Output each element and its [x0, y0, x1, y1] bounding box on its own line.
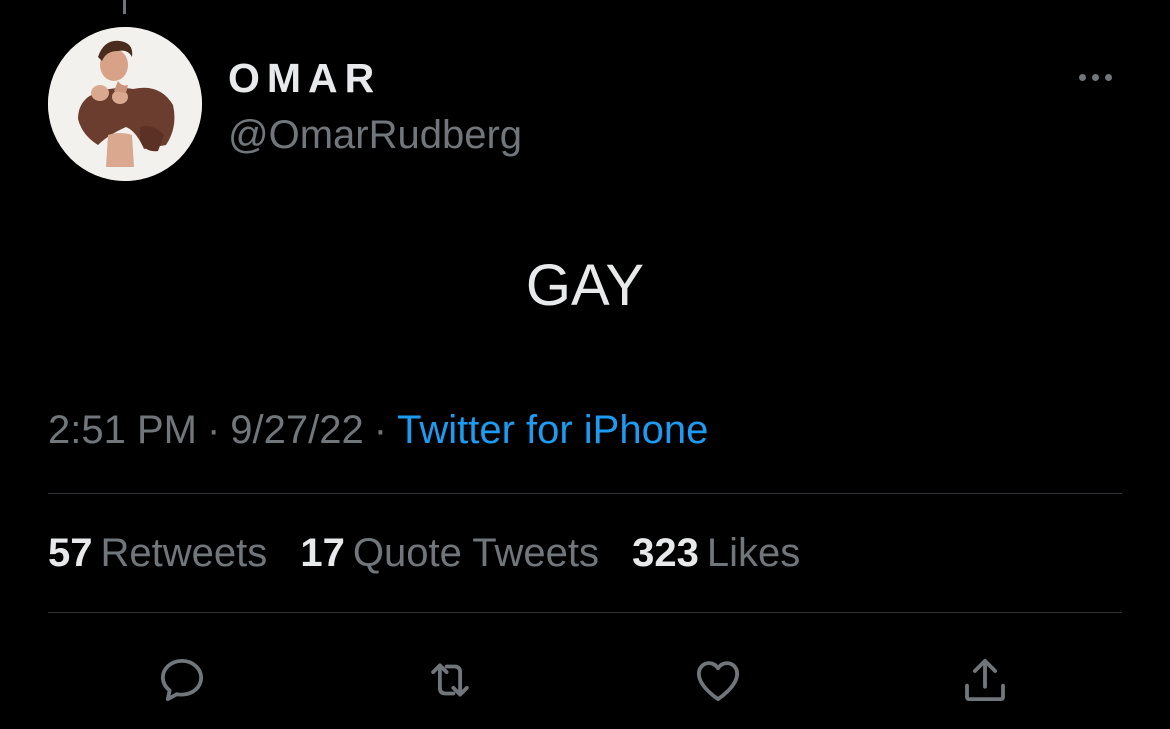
retweets-count: 57	[48, 531, 93, 575]
avatar[interactable]	[48, 27, 202, 181]
reply-icon	[160, 658, 204, 702]
heart-icon	[696, 661, 740, 702]
retweet-button[interactable]	[420, 652, 480, 708]
more-icon	[1078, 73, 1112, 81]
display-name[interactable]: OMAR	[228, 58, 381, 99]
more-options-button[interactable]	[1070, 64, 1120, 90]
meta-separator: ·	[206, 408, 221, 452]
thread-connector-line	[123, 0, 126, 14]
meta-separator: ·	[373, 408, 388, 452]
likes-stat[interactable]: 323 Likes	[632, 529, 800, 577]
likes-label: Likes	[706, 531, 801, 575]
divider	[48, 493, 1122, 494]
likes-count: 323	[632, 531, 699, 575]
avatar-image	[48, 27, 202, 181]
tweet-time[interactable]: 2:51 PM	[48, 408, 197, 452]
reply-button[interactable]	[152, 652, 212, 708]
retweets-label: Retweets	[100, 531, 268, 575]
quote-tweets-count: 17	[300, 531, 345, 575]
user-handle[interactable]: @OmarRudberg	[228, 113, 522, 157]
retweet-icon	[431, 663, 469, 697]
retweets-stat[interactable]: 57 Retweets	[48, 529, 267, 577]
quote-tweets-label: Quote Tweets	[352, 531, 599, 575]
tweet-text: GAY	[525, 253, 645, 318]
quote-tweets-stat[interactable]: 17 Quote Tweets	[300, 529, 599, 577]
tweet-date[interactable]: 9/27/22	[230, 408, 363, 452]
engagement-stats: 57 Retweets 17 Quote Tweets 323 Likes	[48, 529, 822, 577]
share-button[interactable]	[955, 652, 1015, 708]
tweet-metadata: 2:51 PM · 9/27/22 · Twitter for iPhone	[48, 406, 708, 454]
share-icon	[965, 658, 1005, 702]
divider	[48, 612, 1122, 613]
like-button[interactable]	[688, 652, 748, 708]
tweet-source-link[interactable]: Twitter for iPhone	[397, 408, 708, 452]
